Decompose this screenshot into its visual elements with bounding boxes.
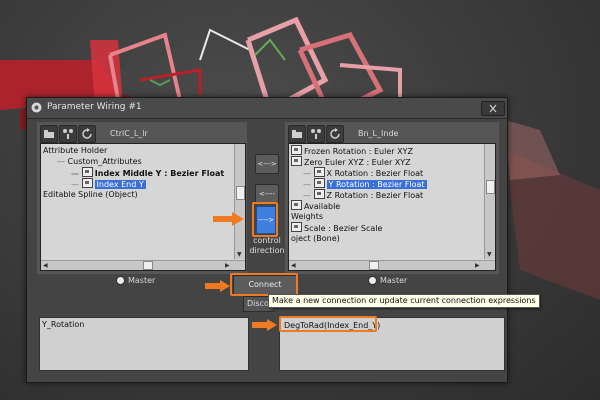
scroll-right-icon[interactable]: ▶ — [225, 262, 230, 269]
right-parameter-tree[interactable]: ▼ ◀ ▶ Frozen Rotation : Euler XYZ Zero Eu… — [288, 143, 496, 271]
controller-icon — [291, 200, 302, 210]
right-tree-hscroll-thumb[interactable] — [369, 261, 379, 270]
close-icon — [489, 104, 497, 113]
tree-connector: — — [71, 169, 82, 178]
right-master-radio[interactable] — [368, 276, 377, 285]
left-refresh-button[interactable] — [78, 125, 96, 143]
controller-icon — [291, 222, 302, 232]
dialog-title: Parameter Wiring #1 — [47, 102, 142, 112]
tree-item-label: Index Middle Y : Bezier Float — [94, 169, 225, 178]
folder-icon — [292, 130, 302, 138]
controller-icon — [313, 167, 325, 177]
left-expression-box[interactable]: Y_Rotation — [39, 317, 249, 371]
controller-icon — [313, 189, 325, 199]
controller-icon — [313, 178, 325, 188]
controller-icon — [291, 156, 302, 166]
tree-item[interactable]: — Y Rotation : Bezier Float — [303, 178, 427, 189]
tree-item[interactable]: — Index Middle Y : Bezier Float — [71, 167, 224, 178]
tree-item-label: X Rotation : Bezier Float — [326, 169, 424, 178]
tree-item-label: Zero Euler XYZ : Euler XYZ — [304, 158, 411, 167]
left-tree-hscroll-thumb[interactable] — [143, 261, 153, 270]
left-master-label: Master — [128, 276, 156, 285]
control-direction-line: control — [253, 236, 281, 245]
tree-item[interactable]: oject (Bone) — [291, 233, 340, 244]
controller-icon — [81, 167, 93, 177]
right-to-left-button[interactable]: <---- — [255, 184, 279, 204]
right-pick-button[interactable] — [307, 125, 325, 143]
right-tree-vscrollbar[interactable]: ▼ — [484, 144, 495, 259]
controller-icon — [291, 145, 302, 155]
left-tree-vscroll-thumb[interactable] — [236, 186, 245, 200]
orange-arrow-icon — [213, 212, 244, 226]
tree-item[interactable]: — Custom_Attributes — [57, 156, 142, 167]
tree-connector: — — [303, 180, 314, 189]
tree-item[interactable]: Attribute Holder — [43, 145, 107, 156]
folder-icon — [44, 130, 54, 138]
two-way-button[interactable]: <---> — [255, 154, 279, 174]
refresh-icon — [330, 128, 340, 139]
tree-connector: — — [57, 157, 68, 166]
tree-item[interactable]: Available — [291, 200, 340, 211]
controller-icon — [81, 178, 93, 188]
left-node-name: CtrlC_L_lr — [110, 129, 148, 138]
tree-item-label: Custom_Attributes — [67, 157, 142, 166]
tree-item-label: Y Rotation : Bezier Float — [326, 180, 427, 189]
left-expression-text: Y_Rotation — [42, 320, 85, 329]
direction-button-highlight — [252, 202, 278, 237]
app-icon — [31, 102, 42, 113]
left-pick-button[interactable] — [59, 125, 77, 143]
tree-connector: — — [303, 191, 314, 200]
right-node-name: Bn_L_Inde — [358, 129, 399, 138]
left-parameter-tree[interactable]: ▼ ◀ ▶ Attribute Holder — Custom_Attribute… — [40, 143, 246, 271]
expression-highlight — [279, 316, 377, 332]
tree-connector: — — [71, 180, 82, 189]
control-direction-label: control direction — [243, 236, 291, 256]
tree-item[interactable]: Scale : Bezier Scale — [291, 222, 382, 233]
scroll-down-icon[interactable]: ▼ — [237, 251, 242, 258]
tree-item[interactable]: Weights — [291, 211, 323, 222]
title-bar[interactable]: Parameter Wiring #1 — [27, 98, 507, 119]
tree-connector: — — [303, 169, 314, 178]
tree-item[interactable]: Zero Euler XYZ : Euler XYZ — [291, 156, 411, 167]
tree-item-label: Available — [304, 202, 341, 211]
left-tree-hscrollbar[interactable]: ◀ ▶ — [41, 260, 245, 270]
tree-item-label: Z Rotation : Bezier Float — [326, 191, 424, 200]
left-open-button[interactable] — [40, 125, 58, 143]
refresh-icon — [82, 128, 92, 139]
scroll-right-icon[interactable]: ▶ — [475, 262, 480, 269]
right-tree-hscrollbar[interactable]: ◀ ▶ — [289, 260, 495, 270]
tree-item-label: oject (Bone) — [291, 234, 340, 243]
tree-item[interactable]: Frozen Rotation : Euler XYZ — [291, 145, 413, 156]
left-master-radio[interactable] — [116, 276, 125, 285]
tree-item[interactable]: — X Rotation : Bezier Float — [303, 167, 423, 178]
tree-item[interactable]: — Index End Y — [71, 178, 146, 189]
connect-button-highlight — [230, 273, 298, 296]
orange-arrow-icon — [205, 280, 230, 292]
tree-item[interactable]: — Z Rotation : Bezier Float — [303, 189, 423, 200]
right-master-label: Master — [380, 276, 408, 285]
scroll-left-icon[interactable]: ◀ — [43, 262, 48, 269]
tree-item-label: Weights — [291, 212, 324, 221]
tree-item-label: Frozen Rotation : Euler XYZ — [304, 147, 413, 156]
connect-tooltip: Make a new connection or update current … — [268, 294, 540, 308]
close-button[interactable] — [481, 101, 505, 116]
scroll-down-icon[interactable]: ▼ — [487, 251, 492, 258]
hierarchy-icon — [311, 129, 321, 139]
tree-item-label: Scale : Bezier Scale — [304, 224, 383, 233]
tree-item[interactable]: Editable Spline (Object) — [43, 189, 138, 200]
tree-item-label: Attribute Holder — [43, 146, 108, 155]
orange-arrow-icon — [252, 319, 277, 331]
control-direction-line: direction — [249, 246, 285, 255]
tree-item-label: Editable Spline (Object) — [43, 190, 138, 199]
right-refresh-button[interactable] — [326, 125, 344, 143]
right-open-button[interactable] — [288, 125, 306, 143]
right-tree-vscroll-thumb[interactable] — [486, 180, 495, 194]
hierarchy-icon — [63, 129, 73, 139]
tree-item-label: Index End Y — [94, 180, 146, 189]
scroll-left-icon[interactable]: ◀ — [291, 262, 296, 269]
parameter-wiring-dialog: Parameter Wiring #1 CtrlC_L_lr ▼ ◀ ▶ Att… — [26, 97, 540, 383]
